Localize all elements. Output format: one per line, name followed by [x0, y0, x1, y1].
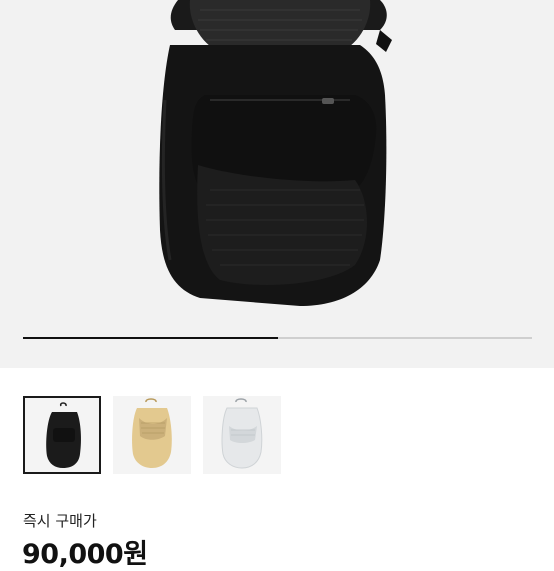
- thumbnail-light-gray[interactable]: [203, 396, 281, 474]
- thumbnail-black[interactable]: [23, 396, 101, 474]
- thumbnail-beige[interactable]: [113, 396, 191, 474]
- product-image-viewer[interactable]: [0, 0, 554, 368]
- thumbnail-black-image: [25, 398, 99, 472]
- thumbnail-beige-image: [113, 396, 191, 474]
- gallery-progress-fill: [23, 337, 278, 339]
- instant-buy-price: 90,000원: [22, 539, 148, 570]
- thumbnail-light-gray-image: [203, 396, 281, 474]
- instant-buy-label: 즉시 구매가: [23, 512, 97, 530]
- gallery-progress-track: [23, 337, 532, 339]
- product-image-black-backpack: [159, 0, 392, 306]
